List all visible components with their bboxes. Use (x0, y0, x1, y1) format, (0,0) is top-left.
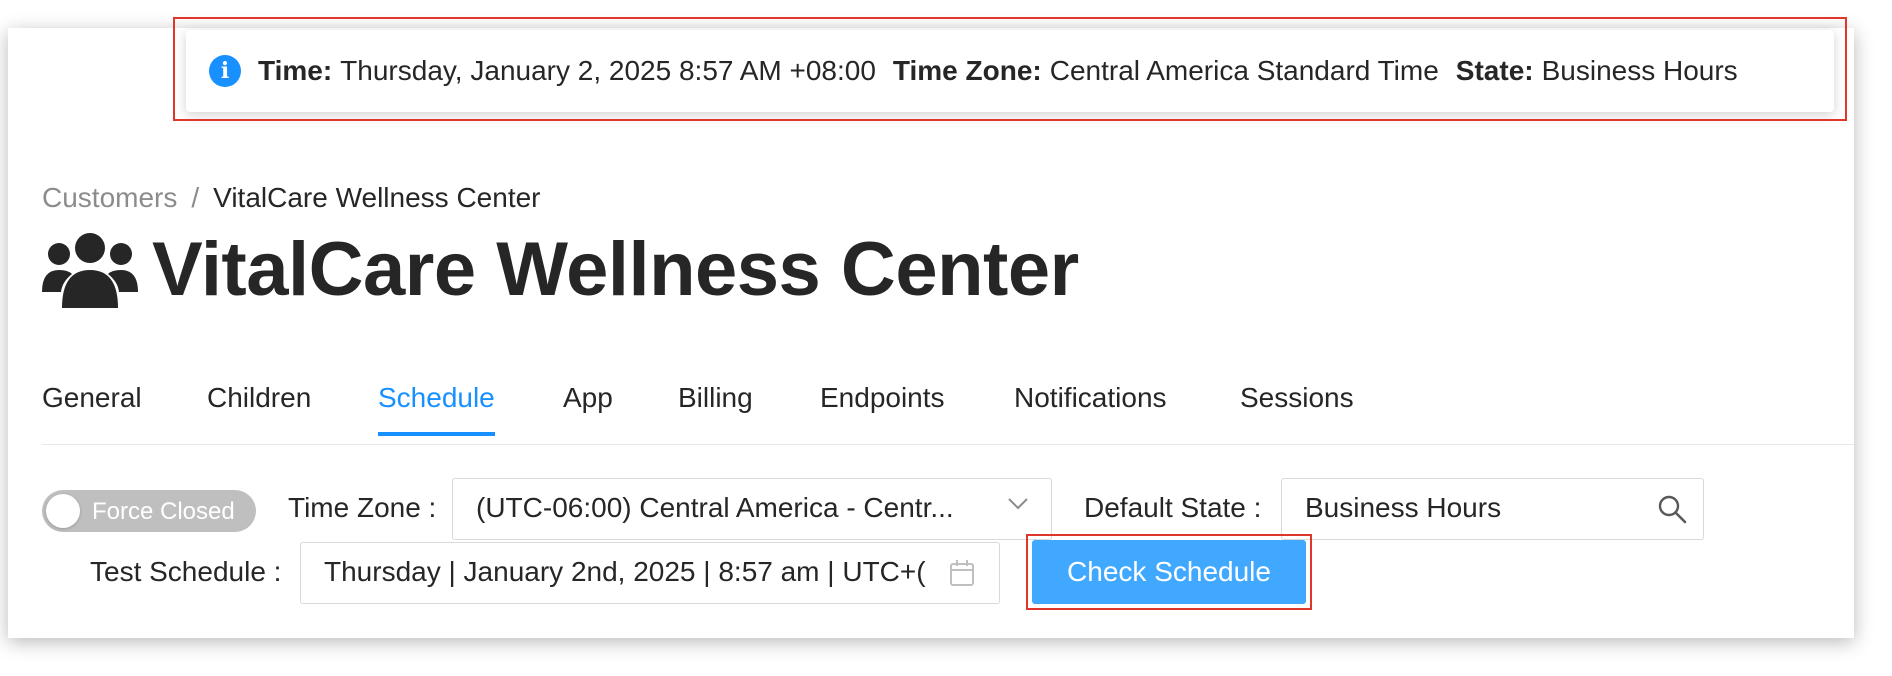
search-button[interactable] (1640, 478, 1704, 540)
breadcrumb: Customers / VitalCare Wellness Center (42, 182, 541, 214)
tab-sessions[interactable]: Sessions (1240, 382, 1354, 436)
timezone-field-label: Time Zone : (288, 492, 437, 523)
default-state-value: Business Hours (1305, 492, 1502, 523)
notification-highlight-box (173, 17, 1847, 121)
test-schedule-value: Thursday | January 2nd, 2025 | 8:57 am |… (324, 556, 926, 587)
tab-bar: General Children Schedule App Billing En… (42, 376, 1854, 445)
breadcrumb-separator: / (191, 182, 200, 213)
force-closed-toggle[interactable]: Force Closed (42, 490, 256, 532)
page-title: VitalCare Wellness Center (152, 227, 1079, 312)
users-icon (42, 232, 138, 308)
chevron-down-icon (1008, 498, 1028, 510)
default-state-input[interactable]: Business Hours (1281, 478, 1642, 540)
search-icon (1658, 495, 1686, 524)
breadcrumb-customers-link[interactable]: Customers (42, 182, 177, 213)
page-header: VitalCare Wellness Center (42, 226, 1079, 313)
default-state-field-label: Default State : (1084, 492, 1262, 523)
calendar-icon (949, 559, 975, 587)
tab-schedule[interactable]: Schedule (378, 382, 495, 436)
button-highlight-box (1026, 534, 1312, 610)
toggle-knob (46, 494, 80, 528)
timezone-select-value: (UTC-06:00) Central America - Centr... (476, 492, 954, 523)
tab-notifications[interactable]: Notifications (1014, 382, 1167, 436)
timezone-select[interactable]: (UTC-06:00) Central America - Centr... (452, 478, 1052, 540)
test-schedule-field-label: Test Schedule : (90, 556, 282, 587)
tab-endpoints[interactable]: Endpoints (820, 382, 945, 436)
breadcrumb-current: VitalCare Wellness Center (213, 182, 541, 213)
tab-billing[interactable]: Billing (678, 382, 753, 436)
force-closed-label: Force Closed (92, 498, 235, 525)
tab-general[interactable]: General (42, 382, 142, 436)
test-schedule-datetime-picker[interactable]: Thursday | January 2nd, 2025 | 8:57 am |… (300, 542, 1000, 604)
tab-app[interactable]: App (563, 382, 613, 436)
tab-children[interactable]: Children (207, 382, 311, 436)
